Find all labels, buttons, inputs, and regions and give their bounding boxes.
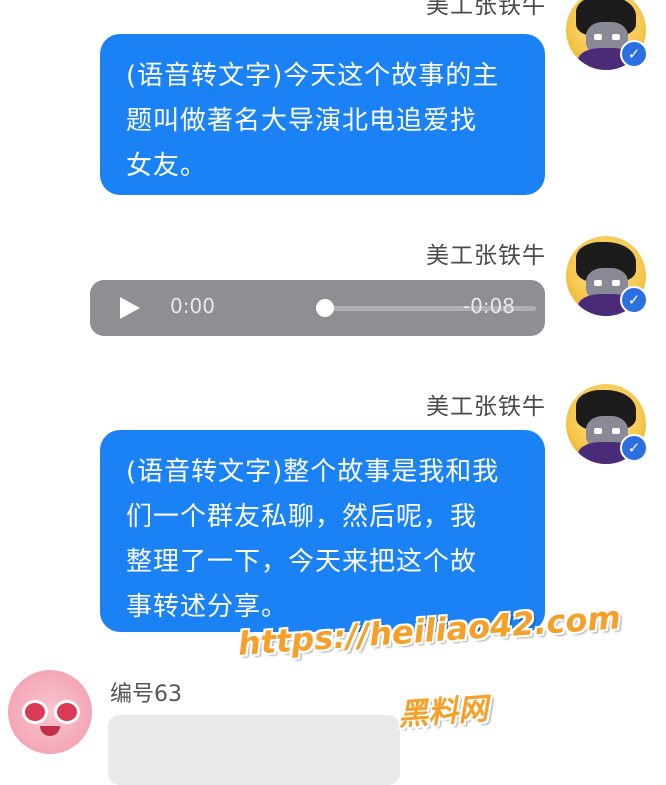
message-line: 整理了一下，今天来把这个故: [126, 547, 478, 577]
message-line: (语音转文字)整个故事是我和我: [126, 457, 500, 487]
message-bubble[interactable]: (语音转文字)今天这个故事的主 题叫做著名大导演北电追爱找 女友。: [100, 34, 545, 195]
message-line: (语音转文字)今天这个故事的主: [126, 61, 500, 91]
voice-progress-knob[interactable]: [316, 299, 334, 317]
voice-elapsed-time: 0:00: [170, 294, 215, 318]
voice-remaining-time: -0:08: [462, 294, 515, 318]
sender-name: 美工张铁牛: [426, 394, 546, 420]
verified-badge-icon: ✓: [620, 286, 648, 314]
verified-badge-icon: ✓: [620, 434, 648, 462]
message-line: 女友。: [126, 151, 208, 181]
message-line: 题叫做著名大导演北电追爱找: [126, 106, 478, 136]
other-user-name: 编号63: [110, 682, 182, 707]
message-bubble[interactable]: (语音转文字)整个故事是我和我 们一个群友私聊，然后呢，我 整理了一下，今天来把…: [100, 430, 545, 632]
user-avatar[interactable]: ✓: [566, 236, 648, 316]
message-line: 们一个群友私聊，然后呢，我: [126, 502, 478, 532]
watermark-name: 黑料网: [397, 691, 490, 733]
other-user-avatar[interactable]: [8, 670, 92, 754]
sender-name: 美工张铁牛: [426, 0, 546, 19]
user-avatar[interactable]: ✓: [566, 0, 648, 70]
voice-message-player[interactable]: 0:00 -0:08: [90, 280, 545, 336]
play-icon[interactable]: [120, 297, 140, 319]
user-avatar[interactable]: ✓: [566, 384, 648, 464]
sender-name: 美工张铁牛: [426, 243, 546, 269]
verified-badge-icon: ✓: [620, 40, 648, 68]
